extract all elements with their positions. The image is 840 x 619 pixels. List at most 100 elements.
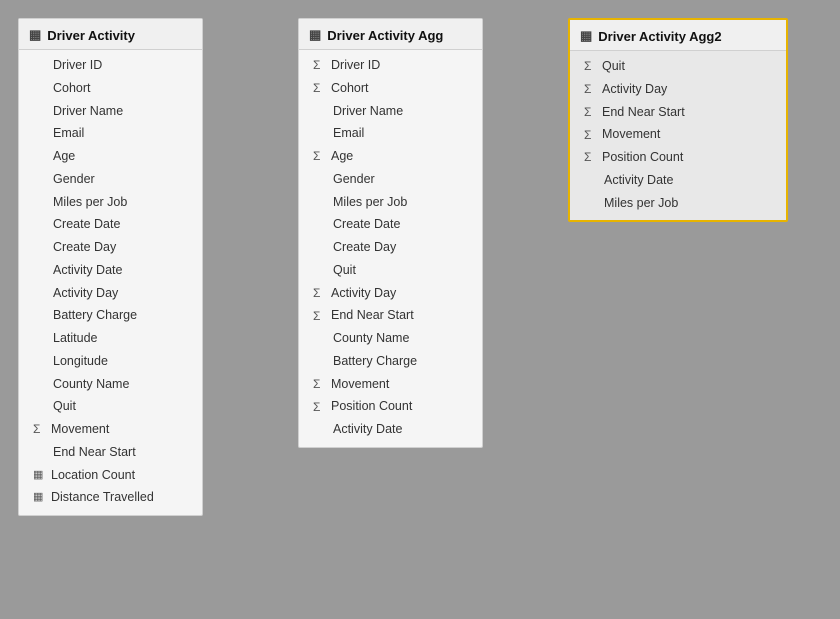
field-gender-2[interactable]: Gender xyxy=(299,168,482,191)
field-label: Quit xyxy=(602,57,625,76)
field-quit-3[interactable]: Σ Quit xyxy=(570,55,786,78)
field-county-name-2[interactable]: County Name xyxy=(299,327,482,350)
sigma-icon: Σ xyxy=(584,126,596,144)
field-quit-2[interactable]: Quit xyxy=(299,259,482,282)
field-cohort-2[interactable]: Σ Cohort xyxy=(299,77,482,100)
field-distance-travelled-1[interactable]: ▦ Distance Travelled xyxy=(19,486,202,509)
sigma-icon: Σ xyxy=(584,80,596,98)
field-label: Create Day xyxy=(53,238,116,257)
table-grid-icon-3: ▦ xyxy=(580,28,592,44)
field-activity-date-3[interactable]: Activity Date xyxy=(570,169,786,192)
field-label: Activity Date xyxy=(604,171,673,190)
field-latitude-1[interactable]: Latitude xyxy=(19,327,202,350)
table-grid-icon-1: ▦ xyxy=(29,27,41,43)
table-grid-icon-2: ▦ xyxy=(309,27,321,43)
field-label: Activity Day xyxy=(602,80,667,99)
field-label: Activity Date xyxy=(333,420,402,439)
field-label: Quit xyxy=(333,261,356,280)
field-miles-per-job-3[interactable]: Miles per Job xyxy=(570,192,786,215)
field-list-driver-activity-agg: Σ Driver ID Σ Cohort Driver Name Email Σ… xyxy=(299,50,482,447)
sigma-icon: Σ xyxy=(313,307,325,325)
field-activity-day-3[interactable]: Σ Activity Day xyxy=(570,78,786,101)
field-label: Gender xyxy=(333,170,375,189)
sigma-icon: Σ xyxy=(313,147,325,165)
table-driver-activity-agg2: ▦ Driver Activity Agg2 Σ Quit Σ Activity… xyxy=(568,18,788,222)
field-age-2[interactable]: Σ Age xyxy=(299,145,482,168)
field-label: Driver ID xyxy=(53,56,102,75)
field-activity-date-1[interactable]: Activity Date xyxy=(19,259,202,282)
field-driver-name-2[interactable]: Driver Name xyxy=(299,100,482,123)
field-driver-id-2[interactable]: Σ Driver ID xyxy=(299,54,482,77)
field-label: End Near Start xyxy=(602,103,685,122)
field-create-day-2[interactable]: Create Day xyxy=(299,236,482,259)
field-label: Location Count xyxy=(51,466,135,485)
field-position-count-3[interactable]: Σ Position Count xyxy=(570,146,786,169)
field-list-driver-activity: Driver ID Cohort Driver Name Email Age G… xyxy=(19,50,202,515)
field-miles-per-job-1[interactable]: Miles per Job xyxy=(19,191,202,214)
canvas: ▦ Driver Activity Driver ID Cohort Drive… xyxy=(0,0,840,619)
field-activity-day-2[interactable]: Σ Activity Day xyxy=(299,282,482,305)
field-label: Cohort xyxy=(331,79,369,98)
field-label: Email xyxy=(53,124,84,143)
table-icon-sym: ▦ xyxy=(33,489,45,506)
field-county-name-1[interactable]: County Name xyxy=(19,373,202,396)
table-title-driver-activity-agg: Driver Activity Agg xyxy=(327,28,443,43)
table-title-driver-activity-agg2: Driver Activity Agg2 xyxy=(598,29,721,44)
sigma-icon: Σ xyxy=(584,57,596,75)
field-label: Activity Day xyxy=(331,284,396,303)
table-header-driver-activity-agg2: ▦ Driver Activity Agg2 xyxy=(570,20,786,51)
sigma-icon: Σ xyxy=(584,103,596,121)
field-movement-1[interactable]: Σ Movement xyxy=(19,418,202,441)
field-quit-1[interactable]: Quit xyxy=(19,395,202,418)
field-label: End Near Start xyxy=(331,306,414,325)
field-label: Distance Travelled xyxy=(51,488,154,507)
field-movement-3[interactable]: Σ Movement xyxy=(570,123,786,146)
field-age-1[interactable]: Age xyxy=(19,145,202,168)
field-position-count-2[interactable]: Σ Position Count xyxy=(299,395,482,418)
field-create-date-2[interactable]: Create Date xyxy=(299,213,482,236)
field-create-date-1[interactable]: Create Date xyxy=(19,213,202,236)
field-label: Driver Name xyxy=(53,102,123,121)
field-label: County Name xyxy=(333,329,409,348)
field-label: Miles per Job xyxy=(333,193,407,212)
field-movement-2[interactable]: Σ Movement xyxy=(299,373,482,396)
field-label: Driver Name xyxy=(333,102,403,121)
field-end-near-start-3[interactable]: Σ End Near Start xyxy=(570,101,786,124)
field-location-count-1[interactable]: ▦ Location Count xyxy=(19,464,202,487)
field-create-day-1[interactable]: Create Day xyxy=(19,236,202,259)
table-header-driver-activity: ▦ Driver Activity xyxy=(19,19,202,50)
field-label: Create Date xyxy=(53,215,120,234)
field-label: Position Count xyxy=(602,148,683,167)
field-activity-date-2[interactable]: Activity Date xyxy=(299,418,482,441)
field-miles-per-job-2[interactable]: Miles per Job xyxy=(299,191,482,214)
sigma-icon: Σ xyxy=(584,148,596,166)
field-email-1[interactable]: Email xyxy=(19,122,202,145)
field-end-near-start-2[interactable]: Σ End Near Start xyxy=(299,304,482,327)
field-label: Gender xyxy=(53,170,95,189)
field-label: Age xyxy=(53,147,75,166)
field-label: Movement xyxy=(331,375,389,394)
field-driver-name-1[interactable]: Driver Name xyxy=(19,100,202,123)
field-label: Age xyxy=(331,147,353,166)
sigma-icon: Σ xyxy=(313,56,325,74)
field-label: Battery Charge xyxy=(333,352,417,371)
field-activity-day-1[interactable]: Activity Day xyxy=(19,282,202,305)
field-label: Email xyxy=(333,124,364,143)
field-cohort-1[interactable]: Cohort xyxy=(19,77,202,100)
sigma-icon: Σ xyxy=(313,284,325,302)
table-header-driver-activity-agg: ▦ Driver Activity Agg xyxy=(299,19,482,50)
field-email-2[interactable]: Email xyxy=(299,122,482,145)
field-driver-id-1[interactable]: Driver ID xyxy=(19,54,202,77)
field-label: Activity Day xyxy=(53,284,118,303)
field-label: Movement xyxy=(51,420,109,439)
field-gender-1[interactable]: Gender xyxy=(19,168,202,191)
sigma-icon: Σ xyxy=(313,375,325,393)
table-driver-activity-agg: ▦ Driver Activity Agg Σ Driver ID Σ Coho… xyxy=(298,18,483,448)
field-label: Quit xyxy=(53,397,76,416)
field-longitude-1[interactable]: Longitude xyxy=(19,350,202,373)
field-label: Cohort xyxy=(53,79,91,98)
field-battery-charge-1[interactable]: Battery Charge xyxy=(19,304,202,327)
field-battery-charge-2[interactable]: Battery Charge xyxy=(299,350,482,373)
field-end-near-start-1[interactable]: End Near Start xyxy=(19,441,202,464)
table-driver-activity: ▦ Driver Activity Driver ID Cohort Drive… xyxy=(18,18,203,516)
